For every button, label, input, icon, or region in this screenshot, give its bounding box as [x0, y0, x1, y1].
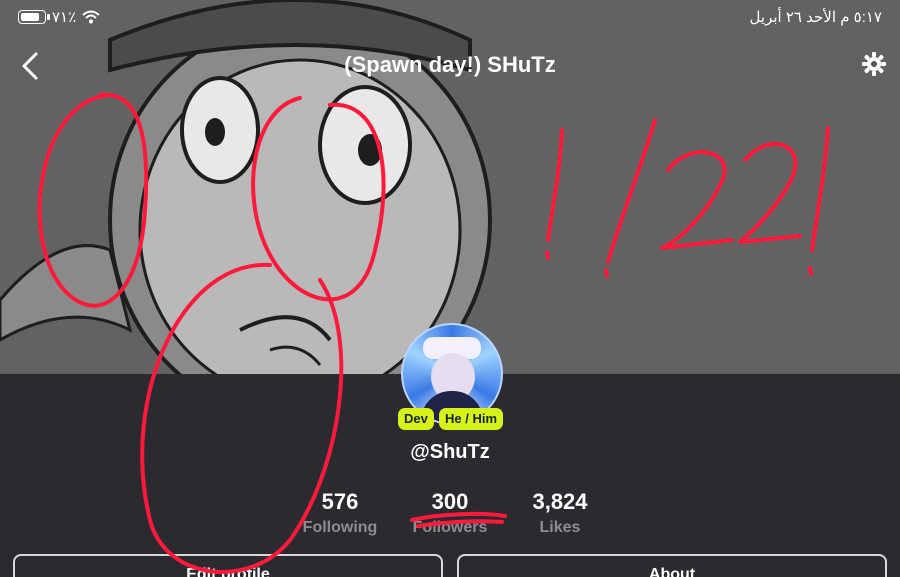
following-label: Following — [302, 519, 378, 536]
status-bar: ٧١٪ ٥:١٧ م الأحد ٢٦ أبريل — [0, 0, 900, 36]
wifi-icon — [82, 10, 100, 24]
status-time-date: ٥:١٧ م الأحد ٢٦ أبريل — [749, 9, 882, 26]
followers-label: Followers — [412, 519, 488, 536]
stat-likes[interactable]: 3,824 Likes — [505, 489, 615, 537]
followers-count: 300 — [431, 489, 469, 514]
page-title: (Spawn day!) SHuTz — [344, 52, 556, 77]
profile-screen: ٧١٪ ٥:١٧ م الأحد ٢٦ أبريل (Spawn day!) S… — [0, 0, 900, 577]
stat-following[interactable]: 576 Following — [285, 489, 395, 537]
likes-label: Likes — [539, 519, 581, 536]
battery-icon — [18, 10, 50, 24]
about-button[interactable]: About — [457, 554, 887, 577]
pronouns-badge: He / Him — [439, 408, 504, 430]
edit-profile-button[interactable]: Edit profile — [13, 554, 443, 577]
following-count: 576 — [321, 489, 359, 514]
dev-badge: Dev — [398, 408, 434, 430]
settings-button[interactable] — [862, 52, 886, 76]
status-left: ٧١٪ — [18, 8, 100, 26]
stat-followers[interactable]: 300 Followers — [395, 489, 505, 537]
gear-icon — [862, 52, 886, 76]
profile-handle: @ShuTz — [410, 441, 490, 463]
likes-count: 3,824 — [532, 489, 588, 514]
battery-percentage: ٧١٪ — [52, 9, 77, 26]
